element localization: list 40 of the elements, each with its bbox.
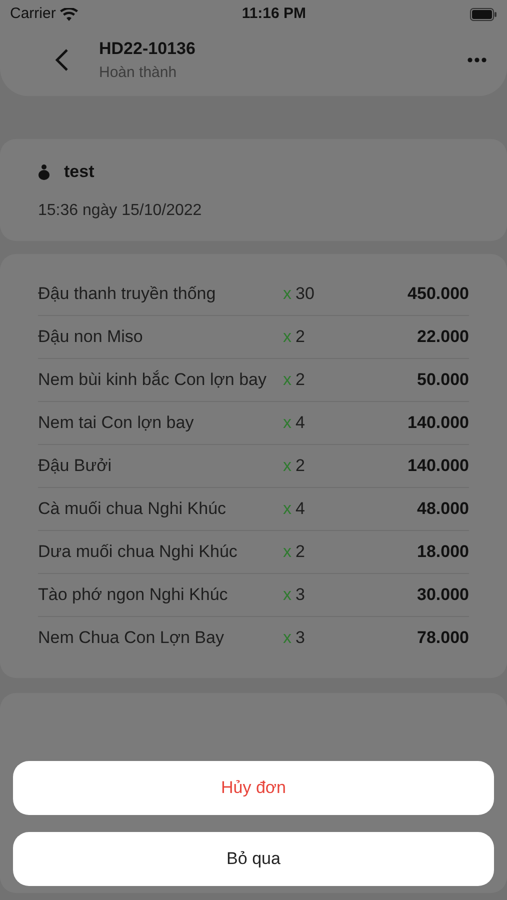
item-name: Tào phớ ngon Nghi Khúc xyxy=(38,584,229,606)
item-quantity: x 30 xyxy=(283,282,316,304)
item-name: Nem Chua Con Lợn Bay xyxy=(38,626,225,648)
wifi-icon xyxy=(60,8,78,20)
more-icon xyxy=(467,57,487,63)
item-price: 22.000 xyxy=(416,326,469,348)
item-quantity: x 4 xyxy=(283,412,306,434)
item-quantity: x 3 xyxy=(283,626,306,648)
item-name: Đậu non Miso xyxy=(38,326,144,348)
item-name: Dưa muối chua Nghi Khúc xyxy=(38,540,238,562)
order-status: Hoàn thành xyxy=(99,62,178,82)
back-icon xyxy=(55,48,69,72)
dismiss-button[interactable]: Bỏ qua xyxy=(13,832,494,886)
item-price: 30.000 xyxy=(416,584,469,606)
item-price: 140.000 xyxy=(406,454,469,476)
item-quantity: x 2 xyxy=(283,326,306,348)
item-price: 450.000 xyxy=(406,282,469,304)
item-name: Đậu thanh truyền thống xyxy=(38,282,217,304)
clock-time: 11:16 PM xyxy=(242,4,306,24)
item-name: Nem tai Con lợn bay xyxy=(38,412,195,434)
carrier-label: Carrier xyxy=(10,4,56,24)
item-quantity: x 2 xyxy=(283,368,306,390)
item-quantity: x 4 xyxy=(283,498,306,520)
cancel-order-button[interactable]: Hủy đơn xyxy=(13,761,494,815)
item-price: 140.000 xyxy=(406,412,469,434)
order-datetime: 15:36 ngày 15/10/2022 xyxy=(38,200,203,220)
item-quantity: x 2 xyxy=(283,454,306,476)
item-price: 78.000 xyxy=(416,626,469,648)
order-code: HD22-10136 xyxy=(99,38,196,60)
item-price: 50.000 xyxy=(416,368,469,390)
item-price: 48.000 xyxy=(416,498,469,520)
person-icon xyxy=(38,164,50,180)
item-quantity: x 3 xyxy=(283,584,306,606)
battery-icon xyxy=(470,8,497,20)
customer-name: test xyxy=(64,161,94,183)
item-price: 18.000 xyxy=(416,540,469,562)
item-name: Đậu Bưởi xyxy=(38,454,113,476)
item-name: Cà muối chua Nghi Khúc xyxy=(38,498,228,520)
item-quantity: x 2 xyxy=(283,540,306,562)
item-name: Nem bùi kinh bắc Con lợn bay xyxy=(38,368,268,390)
